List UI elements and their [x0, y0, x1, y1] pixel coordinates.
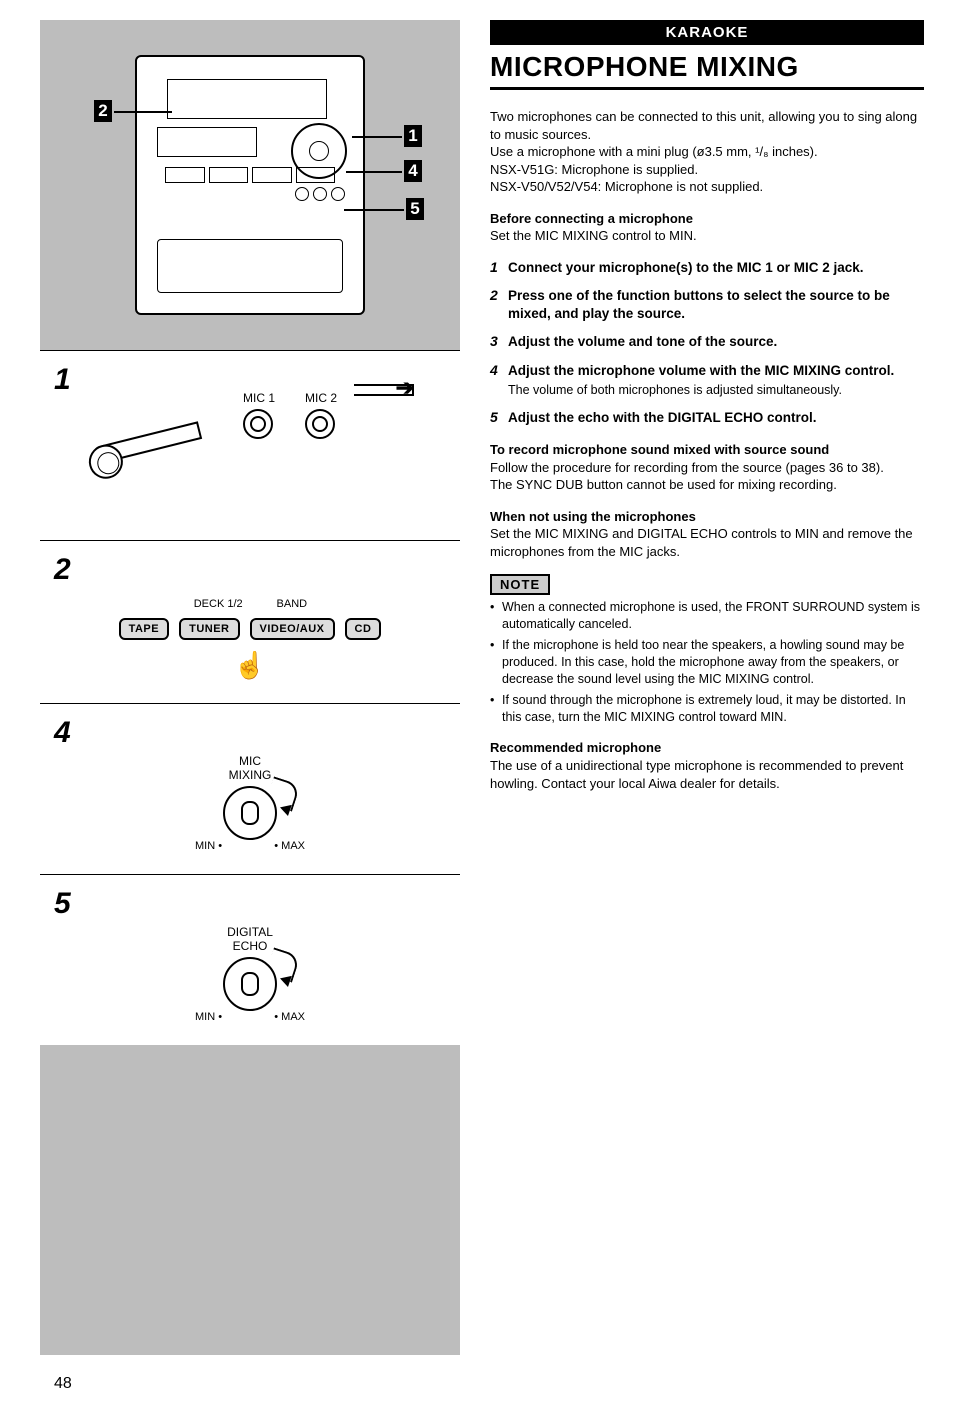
recommended-section: Recommended microphone The use of a unid… [490, 739, 924, 792]
panel-number: 2 [54, 553, 446, 587]
mic1-jack-icon [243, 409, 273, 439]
digital-echo-knob-icon [223, 957, 277, 1011]
panel-number: 5 [54, 887, 446, 921]
hand-pointer-icon: ☝ [234, 650, 266, 681]
max-label: • MAX [274, 840, 305, 852]
category-bar: KARAOKE [490, 20, 924, 45]
step-1-panel: 1 MIC 1 MIC 2 ➔ [40, 350, 460, 540]
panel-number: 4 [54, 716, 446, 750]
step-4-panel: 4 MIC MIXING MIN • • MAX [40, 703, 460, 874]
video-aux-button: VIDEO/AUX [250, 618, 335, 640]
tuner-button: TUNER [179, 618, 239, 640]
mic2-jack-icon [305, 409, 335, 439]
deck-label: DECK 1/2 [178, 598, 258, 610]
microphone-icon [90, 411, 240, 481]
mic2-label: MIC 2 [305, 391, 337, 405]
steps-list: 1Connect your microphone(s) to the MIC 1… [490, 259, 924, 427]
callout-2: 2 [94, 100, 112, 122]
echo-label: ECHO [54, 939, 446, 953]
cd-button: CD [345, 618, 382, 640]
mic1-label: MIC 1 [243, 391, 275, 405]
page-title: MICROPHONE MIXING [490, 51, 924, 90]
stereo-illustration [135, 55, 365, 315]
digital-label: DIGITAL [54, 925, 446, 939]
tape-button: TAPE [119, 618, 170, 640]
mic-mixing-knob-icon [223, 786, 277, 840]
note-bullets: When a connected microphone is used, the… [490, 599, 924, 725]
min-label: MIN • [195, 840, 222, 852]
note-label: NOTE [490, 574, 550, 595]
not-using-section: When not using the microphones Set the M… [490, 508, 924, 561]
bottom-gray-fill [40, 1045, 460, 1355]
min-label: MIN • [195, 1011, 222, 1023]
step-5-panel: 5 DIGITAL ECHO MIN • • MAX [40, 874, 460, 1045]
mic-mixing-label: MIC [54, 754, 446, 768]
arrow-icon: ➔ [396, 375, 414, 401]
mic-mixing-label2: MIXING [54, 768, 446, 782]
intro-text: Two microphones can be connected to this… [490, 108, 924, 196]
max-label: • MAX [274, 1011, 305, 1023]
step-2-panel: 2 DECK 1/2 BAND TAPE TUNER VIDEO/AUX CD … [40, 540, 460, 703]
record-section: To record microphone sound mixed with so… [490, 441, 924, 494]
before-connecting: Before connecting a microphone Set the M… [490, 210, 924, 245]
page-number: 48 [40, 1375, 460, 1393]
band-label: BAND [262, 598, 322, 610]
callout-1: 1 [404, 125, 422, 147]
overview-diagram: 2 1 4 5 [40, 20, 460, 350]
callout-4: 4 [404, 160, 422, 182]
callout-5: 5 [406, 198, 424, 220]
